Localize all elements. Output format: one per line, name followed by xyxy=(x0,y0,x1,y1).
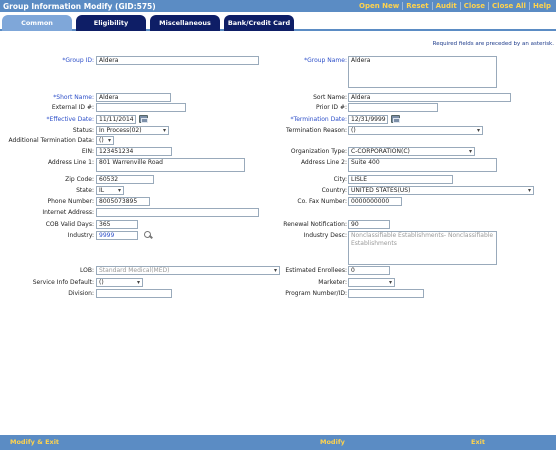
address-line-1-input[interactable]: 801 Warrenville Road xyxy=(96,158,245,172)
renewal-notification-label: Renewal Notification: xyxy=(283,221,347,228)
city-label: City: xyxy=(333,176,347,183)
close-link[interactable]: Close xyxy=(459,2,488,10)
internet-address-label: Internet Address: xyxy=(42,209,94,216)
close-all-link[interactable]: Close All xyxy=(488,2,529,10)
footer-bar: Modify & Exit Modify Exit xyxy=(0,435,556,450)
prior-id-label: Prior ID #: xyxy=(315,104,347,111)
group-id-label: *Group ID: xyxy=(62,57,94,64)
industry-desc-textarea[interactable]: Nonclassifiable Establishments- Nonclass… xyxy=(348,231,497,265)
zip-code-label: Zip Code: xyxy=(65,176,94,183)
service-info-default-select[interactable]: () xyxy=(96,278,143,287)
lob-label: LOB: xyxy=(80,267,94,274)
state-label: State: xyxy=(76,187,94,194)
tab-bank-credit-card-info[interactable]: Bank/Credit Card Info xyxy=(224,15,294,43)
external-id-label: External ID #: xyxy=(51,104,94,111)
exit-button[interactable]: Exit xyxy=(471,438,485,446)
address-line-2-input[interactable]: Suite 400 xyxy=(348,158,497,172)
internet-address-input[interactable] xyxy=(96,208,259,217)
tab-strip: Common Eligibility Miscellaneous Bank/Cr… xyxy=(0,14,556,43)
country-select[interactable]: UNITED STATES(US) xyxy=(348,186,534,195)
termination-date-label: *Termination Date: xyxy=(290,116,347,123)
status-select[interactable]: In Process(02) xyxy=(96,126,169,135)
state-select[interactable]: IL xyxy=(96,186,124,195)
address-line-2-label: Address Line 2: xyxy=(300,159,347,166)
status-label: Status: xyxy=(72,127,94,134)
fax-number-label: Co. Fax Number: xyxy=(297,198,347,205)
search-icon[interactable] xyxy=(143,231,152,240)
program-number-input[interactable] xyxy=(348,289,424,298)
sort-name-label: Sort Name: xyxy=(313,94,347,101)
organization-type-label: Organization Type: xyxy=(290,148,347,155)
lob-select[interactable]: Standard Medical(MED) xyxy=(96,266,280,275)
program-number-label: Program Number/ID: xyxy=(285,290,347,297)
calendar-icon[interactable] xyxy=(391,115,400,123)
window-title: Group Information Modify (GID:575) xyxy=(3,2,156,11)
external-id-input[interactable] xyxy=(96,103,186,112)
industry-desc-label: Industry Desc: xyxy=(303,232,347,239)
phone-number-input[interactable]: 8005073895 xyxy=(96,197,150,206)
ein-label: EIN: xyxy=(81,148,94,155)
sort-name-input[interactable]: Aldera xyxy=(348,93,511,102)
estimated-enrollees-input[interactable]: 0 xyxy=(348,266,390,275)
termination-reason-select[interactable]: () xyxy=(348,126,483,135)
marketer-select[interactable] xyxy=(348,278,395,287)
modify-exit-button[interactable]: Modify & Exit xyxy=(10,438,59,446)
phone-number-label: Phone Number: xyxy=(47,198,94,205)
service-info-default-label: Service Info Default: xyxy=(32,279,94,286)
division-input[interactable] xyxy=(96,289,172,298)
additional-termination-data-label: Additional Termination Data: xyxy=(8,137,94,144)
termination-date-input[interactable]: 12/31/9999 xyxy=(348,115,388,124)
termination-reason-label: Termination Reason: xyxy=(286,127,347,134)
estimated-enrollees-label: Estimated Enrollees: xyxy=(285,267,347,274)
group-name-label: *Group Name: xyxy=(304,57,347,64)
tab-eligibility[interactable]: Eligibility xyxy=(76,15,146,31)
group-id-input[interactable]: Aldera xyxy=(96,56,259,65)
cob-valid-days-label: COB Valid Days: xyxy=(45,221,94,228)
modify-button[interactable]: Modify xyxy=(320,438,345,446)
division-label: Division: xyxy=(68,290,94,297)
industry-input[interactable]: 9999 xyxy=(96,231,138,240)
title-bar: Group Information Modify (GID:575) Open … xyxy=(0,0,556,12)
calendar-icon[interactable] xyxy=(139,115,148,123)
cob-valid-days-input[interactable]: 365 xyxy=(96,220,138,229)
renewal-notification-input[interactable]: 90 xyxy=(348,220,390,229)
open-new-link[interactable]: Open New xyxy=(356,2,402,10)
marketer-label: Marketer: xyxy=(318,279,347,286)
reset-link[interactable]: Reset xyxy=(402,2,431,10)
group-name-input[interactable]: Aldera xyxy=(348,56,497,88)
audit-link[interactable]: Audit xyxy=(431,2,460,10)
fax-number-input[interactable]: 0000000000 xyxy=(348,197,402,206)
address-line-1-label: Address Line 1: xyxy=(47,159,94,166)
short-name-label: *Short Name: xyxy=(53,94,94,101)
additional-termination-data-select[interactable]: () xyxy=(96,136,114,145)
country-label: Country: xyxy=(321,187,347,194)
short-name-input[interactable]: Aldera xyxy=(96,93,171,102)
tab-common[interactable]: Common xyxy=(2,15,72,31)
help-link[interactable]: Help xyxy=(528,2,554,10)
prior-id-input[interactable] xyxy=(348,103,438,112)
ein-input[interactable]: 123451234 xyxy=(96,147,172,156)
effective-date-label: *Effective Date: xyxy=(46,116,94,123)
city-input[interactable]: LISLE xyxy=(348,175,453,184)
industry-label: Industry: xyxy=(67,232,94,239)
zip-code-input[interactable]: 60532 xyxy=(96,175,154,184)
tab-miscellaneous[interactable]: Miscellaneous xyxy=(150,15,220,31)
top-links: Open New Reset Audit Close Close All Hel… xyxy=(356,2,554,10)
required-fields-note: Required fields are preceded by an aster… xyxy=(432,41,554,47)
effective-date-input[interactable]: 11/11/2014 xyxy=(96,115,136,124)
organization-type-select[interactable]: C-CORPORATION(C) xyxy=(348,147,475,156)
